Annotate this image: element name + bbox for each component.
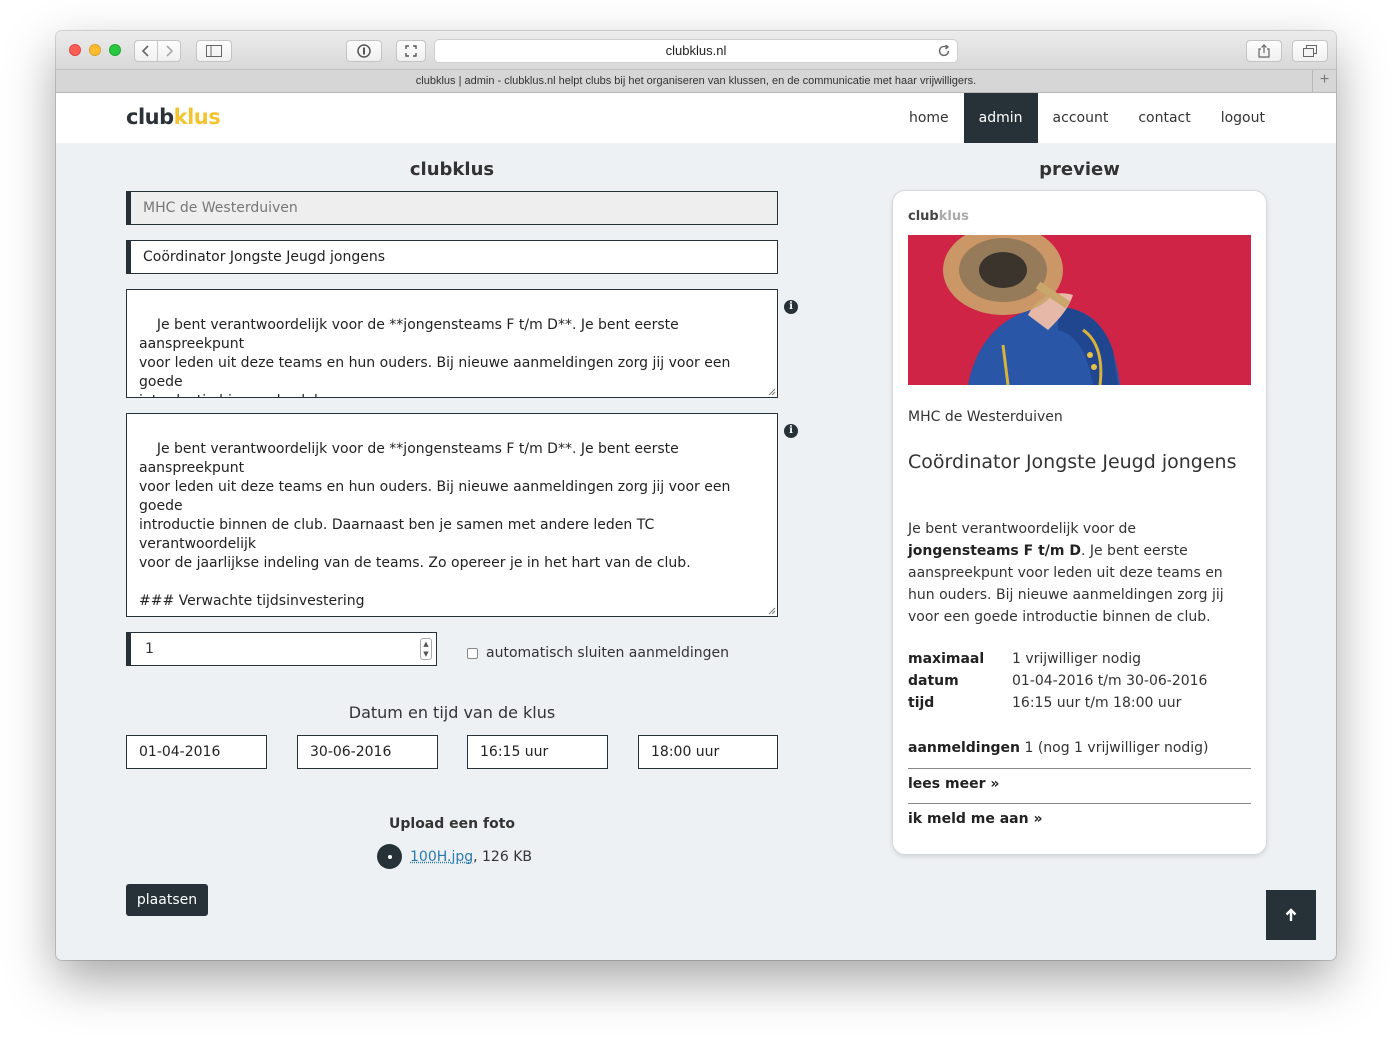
file-size: , 126 KB: [473, 848, 532, 865]
fullscreen-button[interactable]: [396, 40, 426, 62]
uploaded-file: 100H.jpg , 126 KB: [377, 844, 532, 869]
auto-close-label: automatisch sluiten aanmeldingen: [486, 645, 729, 661]
quantity-stepper[interactable]: 1 ▲ ▼: [126, 632, 437, 666]
tabs-overview-button[interactable]: [1292, 40, 1328, 62]
auto-close-checkbox-row[interactable]: automatisch sluiten aanmeldingen: [467, 645, 729, 661]
share-icon: [1258, 44, 1270, 58]
nav-admin[interactable]: admin: [963, 93, 1038, 143]
date-section-title: Datum en tijd van de klus: [348, 703, 556, 722]
info-circle-icon: [357, 44, 371, 58]
back-to-top-button[interactable]: [1266, 890, 1316, 940]
form-title: clubklus: [409, 159, 495, 180]
end-time-input[interactable]: 18:00 uur: [638, 735, 778, 769]
description-textarea[interactable]: Je bent verantwoordelijk voor de **jonge…: [126, 413, 778, 617]
minimize-window-button[interactable]: [89, 44, 101, 56]
browser-toolbar: clubklus.nl: [56, 31, 1336, 70]
plus-icon: +: [1319, 71, 1330, 88]
card-registrations: aanmeldingen 1 (nog 1 vrijwilliger nodig…: [908, 740, 1209, 756]
new-tab-button[interactable]: +: [1312, 70, 1336, 92]
read-more-link[interactable]: lees meer »: [908, 776, 999, 792]
zoom-window-button[interactable]: [109, 44, 121, 56]
job-photo: [908, 235, 1251, 385]
trumpet-photo-illustration: [908, 235, 1251, 385]
expand-icon: [405, 45, 417, 57]
file-remove-icon[interactable]: [377, 844, 402, 869]
address-bar[interactable]: clubklus.nl: [434, 39, 958, 63]
close-window-button[interactable]: [69, 44, 81, 56]
summary-textarea[interactable]: Je bent verantwoordelijk voor de **jonge…: [126, 289, 778, 398]
job-title-input[interactable]: Coördinator Jongste Jeugd jongens: [126, 240, 778, 274]
url-text: clubklus.nl: [665, 43, 727, 58]
reload-icon[interactable]: [937, 44, 951, 58]
upload-title: Upload een foto: [389, 816, 515, 832]
sidebar-toggle-button[interactable]: [196, 40, 232, 62]
preview-card: clubklus MHC de Westerduiven Coördinator…: [893, 191, 1266, 854]
site-navbar: clubklus home admin account contact logo…: [56, 93, 1336, 143]
main-nav: home admin account contact logout: [894, 93, 1280, 143]
share-button[interactable]: [1246, 40, 1282, 62]
divider: [908, 768, 1251, 769]
resize-grip-icon[interactable]: [767, 606, 776, 615]
card-club-name: MHC de Westerduiven: [908, 409, 1063, 425]
start-time-input[interactable]: 16:15 uur: [467, 735, 608, 769]
arrow-up-icon: [1285, 908, 1297, 921]
card-job-title: Coördinator Jongste Jeugd jongens: [908, 451, 1237, 473]
tab-bar: clubklus | admin - clubklus.nl helpt clu…: [56, 70, 1336, 93]
nav-logout[interactable]: logout: [1206, 93, 1280, 143]
club-name-field: MHC de Westerduiven: [126, 191, 778, 225]
file-link[interactable]: 100H.jpg: [410, 849, 473, 865]
nav-account[interactable]: account: [1038, 93, 1124, 143]
sidebar-icon: [206, 45, 222, 57]
nav-home[interactable]: home: [894, 93, 964, 143]
spinner-arrows-icon[interactable]: ▲ ▼: [420, 638, 432, 660]
tab-title[interactable]: clubklus | admin - clubklus.nl helpt clu…: [416, 75, 976, 87]
submit-button[interactable]: plaatsen: [126, 884, 208, 916]
card-logo: clubklus: [908, 209, 969, 224]
site-logo[interactable]: clubklus: [126, 105, 221, 129]
tabs-icon: [1303, 45, 1317, 57]
privacy-button[interactable]: [346, 40, 382, 62]
card-max-row: maximaal 1 vrijwilliger nodig: [908, 651, 1141, 667]
resize-grip-icon[interactable]: [767, 387, 776, 396]
card-description: Je bent verantwoordelijk voor de jongens…: [908, 521, 1224, 625]
card-time-row: tijd 16:15 uur t/m 18:00 uur: [908, 695, 1182, 711]
chevron-right-icon: [166, 45, 173, 57]
info-icon[interactable]: i: [784, 424, 798, 438]
nav-contact[interactable]: contact: [1123, 93, 1205, 143]
sign-up-link[interactable]: ik meld me aan »: [908, 811, 1043, 827]
divider: [908, 803, 1251, 804]
chevron-left-icon: [142, 45, 149, 57]
forward-button[interactable]: [157, 40, 181, 62]
back-button[interactable]: [134, 40, 158, 62]
end-date-input[interactable]: 30-06-2016: [297, 735, 438, 769]
info-icon[interactable]: i: [784, 300, 798, 314]
preview-title: preview: [1039, 159, 1120, 180]
auto-close-checkbox[interactable]: [467, 647, 478, 659]
browser-window: clubklus.nl clubklus | admin - clubklus.…: [56, 31, 1336, 960]
start-date-input[interactable]: 01-04-2016: [126, 735, 267, 769]
card-date-row: datum 01-04-2016 t/m 30-06-2016: [908, 673, 1208, 689]
